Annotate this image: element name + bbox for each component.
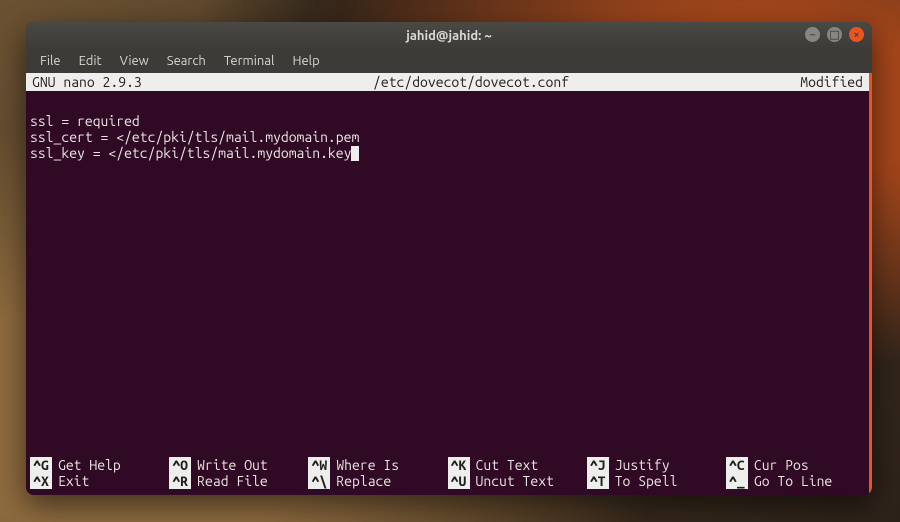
shortcut-uncut-text[interactable]: ^U Uncut Text bbox=[448, 473, 587, 489]
editor-line: ssl_cert = </etc/pki/tls/mail.mydomain.p… bbox=[30, 129, 359, 145]
key-icon: ^\ bbox=[308, 473, 330, 489]
menu-terminal[interactable]: Terminal bbox=[216, 52, 283, 70]
shortcut-write-out[interactable]: ^O Write Out bbox=[169, 457, 308, 473]
window-titlebar[interactable]: jahid@jahid: ~ – □ × bbox=[26, 22, 872, 49]
shortcut-label: Read File bbox=[197, 473, 268, 489]
key-icon: ^X bbox=[30, 473, 52, 489]
key-icon: ^G bbox=[30, 457, 52, 473]
close-button[interactable]: × bbox=[849, 27, 864, 42]
nano-version: GNU nano 2.9.3 bbox=[32, 74, 142, 90]
key-icon: ^C bbox=[726, 457, 748, 473]
window-title: jahid@jahid: ~ bbox=[34, 29, 864, 43]
key-icon: ^K bbox=[448, 457, 470, 473]
editor-line: ssl = required bbox=[30, 113, 140, 129]
shortcut-read-file[interactable]: ^R Read File bbox=[169, 473, 308, 489]
shortcut-replace[interactable]: ^\ Replace bbox=[308, 473, 447, 489]
shortcut-label: Cur Pos bbox=[754, 457, 809, 473]
editor-line: ssl_key = </etc/pki/tls/mail.mydomain.ke… bbox=[30, 145, 351, 161]
key-icon: ^O bbox=[169, 457, 191, 473]
key-icon: ^U bbox=[448, 473, 470, 489]
shortcut-label: Get Help bbox=[58, 457, 121, 473]
shortcut-cut-text[interactable]: ^K Cut Text bbox=[448, 457, 587, 473]
key-icon: ^_ bbox=[726, 473, 748, 489]
key-icon: ^R bbox=[169, 473, 191, 489]
menu-file[interactable]: File bbox=[32, 52, 69, 70]
shortcut-label: Cut Text bbox=[476, 457, 539, 473]
shortcut-to-spell[interactable]: ^T To Spell bbox=[587, 473, 726, 489]
shortcut-label: Write Out bbox=[197, 457, 268, 473]
text-cursor bbox=[351, 146, 359, 161]
terminal-window: jahid@jahid: ~ – □ × File Edit View Sear… bbox=[26, 22, 872, 495]
menubar: File Edit View Search Terminal Help bbox=[26, 49, 872, 73]
menu-help[interactable]: Help bbox=[284, 52, 327, 70]
key-icon: ^W bbox=[308, 457, 330, 473]
nano-modified: Modified bbox=[800, 74, 863, 90]
menu-search[interactable]: Search bbox=[159, 52, 214, 70]
nano-shortcuts-row1: ^G Get Help ^O Write Out ^W Where Is ^K Cut … bbox=[30, 457, 865, 473]
menu-edit[interactable]: Edit bbox=[71, 52, 110, 70]
terminal-body[interactable]: GNU nano 2.9.3 /etc/dovecot/dovecot.conf… bbox=[26, 73, 872, 495]
shortcut-label: Replace bbox=[336, 473, 391, 489]
nano-file-path: /etc/dovecot/dovecot.conf bbox=[142, 74, 801, 90]
shortcut-where-is[interactable]: ^W Where Is bbox=[308, 457, 447, 473]
nano-shortcuts: ^G Get Help ^O Write Out ^W Where Is ^K Cut … bbox=[26, 455, 869, 495]
nano-status-bar: GNU nano 2.9.3 /etc/dovecot/dovecot.conf… bbox=[26, 73, 869, 91]
shortcut-label: Justify bbox=[615, 457, 670, 473]
key-icon: ^T bbox=[587, 473, 609, 489]
shortcut-get-help[interactable]: ^G Get Help bbox=[30, 457, 169, 473]
window-controls: – □ × bbox=[805, 27, 864, 42]
shortcut-label: To Spell bbox=[615, 473, 678, 489]
shortcut-label: Uncut Text bbox=[476, 473, 554, 489]
key-icon: ^J bbox=[587, 457, 609, 473]
shortcut-label: Exit bbox=[58, 473, 89, 489]
shortcut-cur-pos[interactable]: ^C Cur Pos bbox=[726, 457, 865, 473]
shortcut-exit[interactable]: ^X Exit bbox=[30, 473, 169, 489]
maximize-button[interactable]: □ bbox=[827, 27, 842, 42]
nano-editor-area[interactable]: ssl = required ssl_cert = </etc/pki/tls/… bbox=[26, 91, 869, 455]
menu-view[interactable]: View bbox=[112, 52, 157, 70]
shortcut-go-to-line[interactable]: ^_ Go To Line bbox=[726, 473, 865, 489]
nano-shortcuts-row2: ^X Exit ^R Read File ^\ Replace ^U Uncut Tex… bbox=[30, 473, 865, 489]
shortcut-label: Go To Line bbox=[754, 473, 832, 489]
shortcut-label: Where Is bbox=[336, 457, 399, 473]
shortcut-justify[interactable]: ^J Justify bbox=[587, 457, 726, 473]
minimize-button[interactable]: – bbox=[805, 27, 820, 42]
